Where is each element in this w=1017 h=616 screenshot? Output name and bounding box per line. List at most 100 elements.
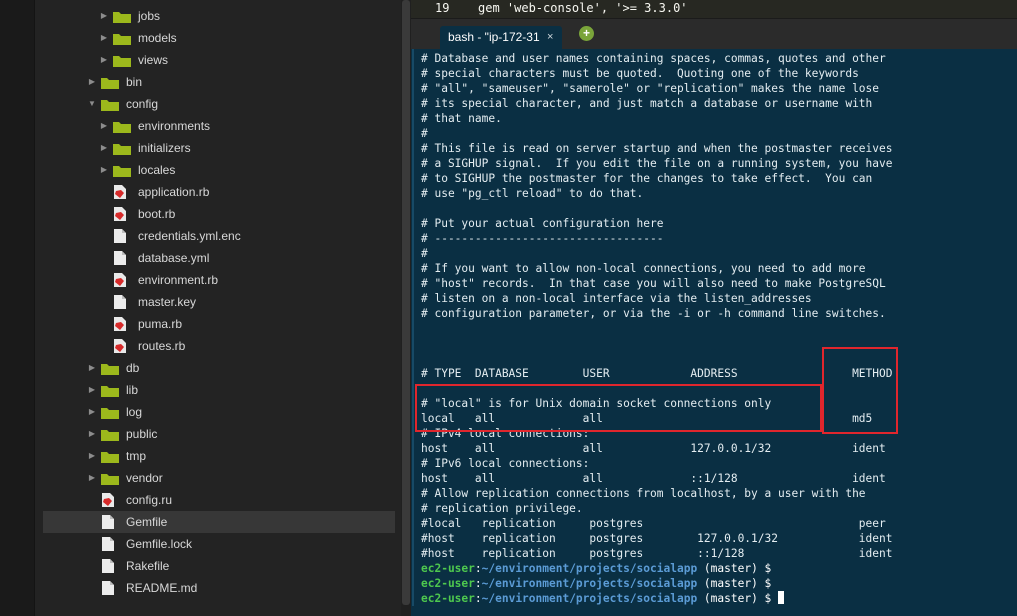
- chevron-right-icon[interactable]: ▶: [87, 71, 97, 93]
- tab-title: bash - "ip-172-31: [448, 30, 540, 44]
- tree-item[interactable]: README.md: [35, 577, 401, 599]
- tree-item[interactable]: application.rb: [35, 181, 401, 203]
- tree-item[interactable]: master.key: [35, 291, 401, 313]
- folder-icon: [112, 163, 132, 177]
- chevron-right-icon[interactable]: ▶: [87, 445, 97, 467]
- terminal-tab-bar: bash - "ip-172-31 × +: [411, 19, 1017, 49]
- terminal-line: #: [421, 127, 428, 140]
- tree-item-label: Gemfile: [126, 515, 168, 529]
- line-number: 19: [435, 1, 450, 15]
- terminal-line: # "host" records. In that case you will …: [421, 277, 886, 290]
- folder-icon: [100, 97, 120, 111]
- tree-item-label: tmp: [126, 449, 147, 463]
- chevron-right-icon[interactable]: ▶: [99, 115, 109, 137]
- prompt-path: ~/environment/projects/socialapp: [481, 592, 698, 605]
- tree-item[interactable]: Gemfile.lock: [35, 533, 401, 555]
- terminal-scrollbar[interactable]: [412, 49, 414, 606]
- tree-item[interactable]: routes.rb: [35, 335, 401, 357]
- terminal-line: # "all", "sameuser", "samerole" or "repl…: [421, 82, 880, 95]
- tree-item-label: boot.rb: [138, 207, 176, 221]
- tab-bash[interactable]: bash - "ip-172-31 ×: [440, 26, 562, 49]
- tree-item[interactable]: Rakefile: [35, 555, 401, 577]
- tree-item[interactable]: ▶ vendor: [35, 467, 401, 489]
- prompt-path: ~/environment/projects/socialapp: [481, 577, 698, 590]
- file-icon: [101, 536, 115, 552]
- chevron-right-icon[interactable]: ▶: [87, 357, 97, 379]
- terminal-line: #host replication postgres ::1/128 ident: [421, 547, 893, 560]
- terminal-prompt: ec2-user:~/environment/projects/socialap…: [421, 576, 771, 591]
- tree-item[interactable]: database.yml: [35, 247, 401, 269]
- tree-item[interactable]: ▶ models: [35, 27, 401, 49]
- chevron-right-icon[interactable]: ▶: [99, 159, 109, 181]
- terminal-line: # replication privilege.: [421, 502, 583, 515]
- chevron-right-icon[interactable]: ▶: [99, 27, 109, 49]
- ruby-file-icon: [113, 206, 127, 222]
- tree-item[interactable]: ▶ initializers: [35, 137, 401, 159]
- tree-item[interactable]: puma.rb: [35, 313, 401, 335]
- prompt-separator: :: [474, 562, 482, 575]
- add-tab-icon[interactable]: +: [579, 26, 594, 41]
- folder-icon: [112, 9, 132, 23]
- tree-item[interactable]: ▶ locales: [35, 159, 401, 181]
- tree-item-label: public: [126, 427, 158, 441]
- editor-pane[interactable]: 19 gem 'web-console', '>= 3.3.0': [411, 0, 1017, 19]
- tree-item[interactable]: Gemfile: [43, 511, 395, 533]
- tree-item-label: routes.rb: [138, 339, 186, 353]
- tree-item[interactable]: ▶ log: [35, 401, 401, 423]
- terminal-line: # special characters must be quoted. Quo…: [421, 67, 859, 80]
- ruby-file-icon: [113, 272, 127, 288]
- chevron-down-icon[interactable]: ▼: [87, 93, 97, 115]
- tree-item[interactable]: ▶ jobs: [35, 5, 401, 27]
- prompt-branch: (master) $: [697, 592, 779, 605]
- tree-item[interactable]: boot.rb: [35, 203, 401, 225]
- prompt-user: ec2-user: [421, 577, 475, 590]
- tree-item[interactable]: credentials.yml.enc: [35, 225, 401, 247]
- tree-item-label: README.md: [126, 581, 198, 595]
- terminal[interactable]: # Database and user names containing spa…: [411, 49, 1017, 616]
- tree-item[interactable]: ▶ tmp: [35, 445, 401, 467]
- chevron-right-icon[interactable]: ▶: [87, 401, 97, 423]
- chevron-right-icon[interactable]: ▶: [99, 49, 109, 71]
- tree-item[interactable]: ▶ bin: [35, 71, 401, 93]
- terminal-line: # Allow replication connections from loc…: [421, 487, 866, 500]
- file-icon: [113, 228, 127, 244]
- terminal-line: # IPv6 local connections:: [421, 457, 590, 470]
- folder-icon: [100, 471, 120, 485]
- ruby-file-icon: [113, 338, 127, 354]
- tree-item[interactable]: ▼ config: [35, 93, 401, 115]
- left-gutter: [0, 0, 35, 616]
- tree-item-label: initializers: [138, 141, 191, 155]
- close-icon[interactable]: ×: [547, 26, 553, 49]
- tree-item[interactable]: environment.rb: [35, 269, 401, 291]
- folder-icon: [100, 383, 120, 397]
- code-line[interactable]: gem 'web-console', '>= 3.3.0': [478, 1, 688, 15]
- tree-item-label: database.yml: [138, 251, 210, 265]
- tree-item[interactable]: ▶ db: [35, 357, 401, 379]
- file-icon: [101, 558, 115, 574]
- terminal-line: # listen on a non-local interface via th…: [421, 292, 812, 305]
- file-tree-scroll-thumb[interactable]: [402, 0, 410, 605]
- chevron-right-icon[interactable]: ▶: [99, 137, 109, 159]
- chevron-right-icon[interactable]: ▶: [87, 423, 97, 445]
- terminal-line: # This file is read on server startup an…: [421, 142, 893, 155]
- tree-item-label: db: [126, 361, 140, 375]
- tree-item-label: credentials.yml.enc: [138, 229, 241, 243]
- chevron-right-icon[interactable]: ▶: [87, 467, 97, 489]
- chevron-right-icon[interactable]: ▶: [99, 5, 109, 27]
- method-column-highlight: [822, 347, 898, 434]
- terminal-line: # use "pg_ctl reload" to do that.: [421, 187, 644, 200]
- file-icon: [101, 580, 115, 596]
- tree-item[interactable]: ▶ public: [35, 423, 401, 445]
- tree-item[interactable]: config.ru: [35, 489, 401, 511]
- tree-item[interactable]: ▶ environments: [35, 115, 401, 137]
- chevron-right-icon[interactable]: ▶: [87, 379, 97, 401]
- tree-item-label: environments: [138, 119, 211, 133]
- tree-item-label: bin: [126, 75, 143, 89]
- file-icon: [101, 514, 115, 530]
- tree-item-label: Gemfile.lock: [126, 537, 193, 551]
- file-icon: [113, 250, 127, 266]
- prompt-user: ec2-user: [421, 562, 475, 575]
- tree-item-label: environment.rb: [138, 273, 219, 287]
- tree-item[interactable]: ▶ lib: [35, 379, 401, 401]
- tree-item[interactable]: ▶ views: [35, 49, 401, 71]
